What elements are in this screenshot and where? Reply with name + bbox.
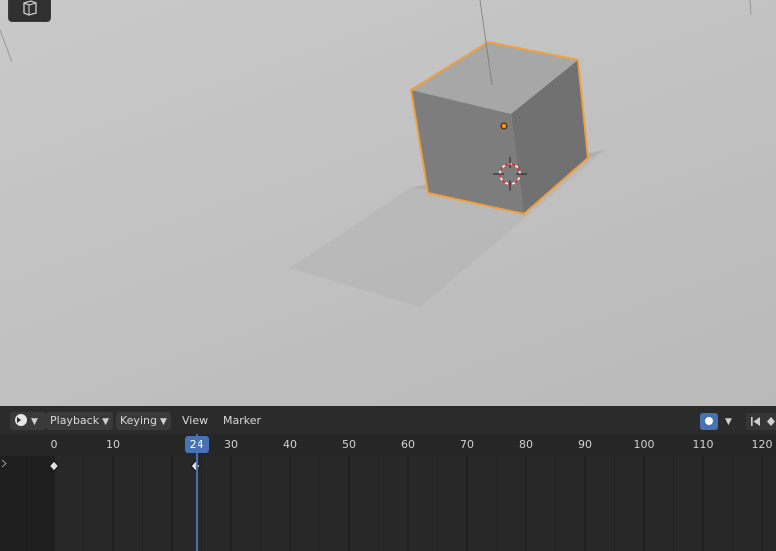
frame-tick-label: 0 [50,438,58,451]
frame-tick-label: 60 [401,438,415,451]
view-label: View [182,414,209,427]
cube-editor-icon [23,0,37,16]
frame-tick-label: 50 [342,438,356,451]
frame-tick-label: 70 [460,438,474,451]
3d-viewport[interactable] [0,0,776,408]
keyframe-track-area[interactable] [0,456,776,551]
frame-ruler[interactable]: 0103040506070809010011012024 [0,434,776,456]
timeline-editor[interactable]: ▼ Playback ▼ Keying ▼ View Marker ▼ 0 10… [0,408,776,551]
marker-label: Marker [223,414,262,427]
keyframe-icon[interactable] [767,417,775,426]
editor-type-button[interactable] [8,0,51,22]
frame-tick-label: 100 [633,438,655,451]
playback-controls [746,413,776,430]
auto-keying-button[interactable] [700,413,718,430]
marker-menu[interactable]: Marker [223,412,261,430]
playback-label: Playback [50,414,100,427]
frame-tick-label: 80 [519,438,533,451]
frame-tick-label: 10 [106,438,120,451]
keying-menu[interactable]: Keying ▼ [116,412,171,430]
viewport-scene [0,0,752,307]
track-grid [0,456,763,551]
clock-icon [15,414,27,426]
frame-tick-label: 110 [692,438,714,451]
record-icon [705,417,713,425]
playback-menu[interactable]: Playback ▼ [46,412,114,430]
keying-label: Keying [120,414,157,427]
pre-range-area [0,456,54,551]
edge-line [749,0,752,16]
frame-tick-label: 90 [578,438,592,451]
timeline-header: ▼ Playback ▼ Keying ▼ View Marker ▼ [0,408,776,434]
jump-to-start-icon[interactable] [751,417,760,426]
object-origin[interactable] [500,122,508,130]
auto-keying-dropdown[interactable]: ▼ [722,412,732,430]
editor-type-selector[interactable]: ▼ [10,412,46,430]
camera-line [0,29,13,63]
frame-tick-label: 40 [283,438,297,451]
playhead-line[interactable] [195,434,198,551]
frame-tick-label: 30 [224,438,238,451]
frame-tick-label: 120 [751,438,773,451]
view-menu[interactable]: View [182,412,208,430]
